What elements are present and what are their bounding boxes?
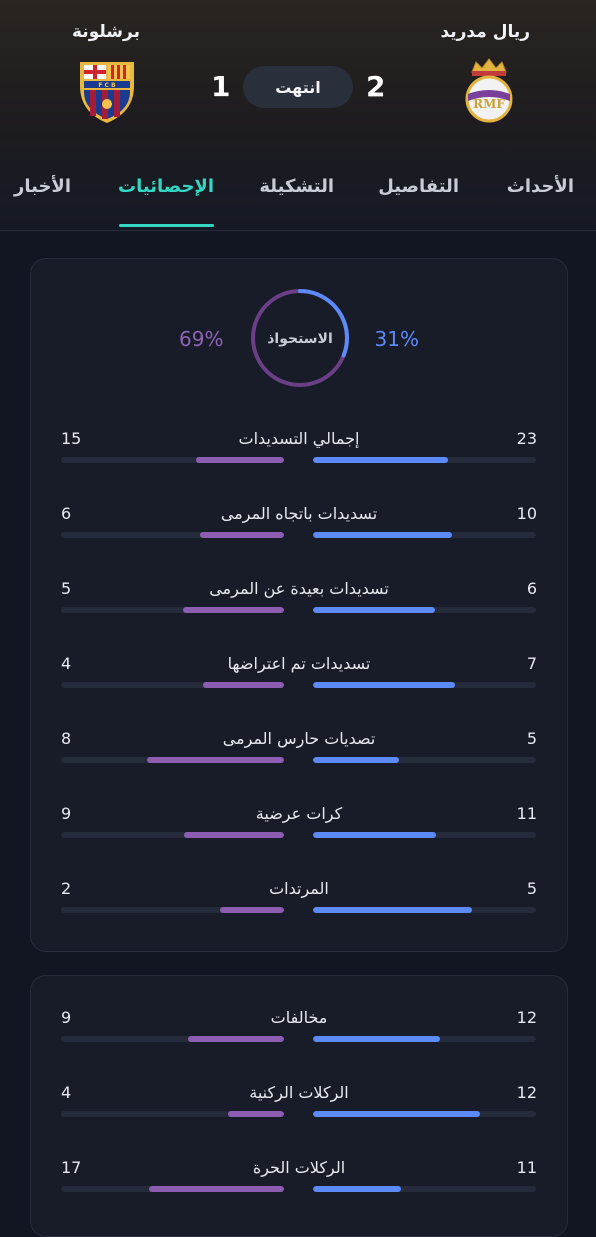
stat-home-bar-track bbox=[313, 532, 536, 538]
stat-home-bar-track bbox=[313, 457, 536, 463]
stat-away-bar-track bbox=[61, 757, 284, 763]
active-tab-indicator bbox=[119, 224, 214, 227]
stat-away-bar bbox=[220, 907, 284, 913]
stat-home-bar bbox=[313, 757, 399, 763]
possession-label: الاستحواذ bbox=[267, 331, 333, 347]
stat-home-bar-track bbox=[313, 1036, 536, 1042]
away-score: 1 bbox=[211, 70, 231, 103]
tab-stats[interactable]: الإحصائيات bbox=[118, 176, 214, 197]
stat-name: تصديات حارس المرمى bbox=[222, 729, 376, 748]
stat-away-bar bbox=[148, 1186, 284, 1192]
stat-home-bar bbox=[313, 907, 473, 913]
stat-away-bar-track bbox=[61, 832, 284, 838]
stat-away-bar bbox=[188, 1036, 284, 1042]
tab-news[interactable]: الأخبار bbox=[14, 176, 71, 197]
barcelona-crest-icon[interactable]: F C B bbox=[76, 56, 138, 126]
stat-home-value: 12 bbox=[516, 1083, 537, 1102]
home-score: 2 bbox=[366, 70, 386, 103]
tabs-divider bbox=[0, 230, 596, 231]
stat-home-bar-track bbox=[313, 907, 536, 913]
stat-name: تسديدات بعيدة عن المرمى bbox=[209, 579, 389, 598]
stat-home-bar bbox=[313, 457, 448, 463]
stat-home-value: 5 bbox=[526, 729, 537, 748]
stat-home-bar-track bbox=[313, 1186, 536, 1192]
stat-away-bar bbox=[202, 682, 284, 688]
stats-card-fouls: 9 مخالفات 12 4 الركلات الركنية 12 17 الركلات ال… bbox=[30, 975, 568, 1237]
stat-row: 6 تسديدات باتجاه المرمى 10 bbox=[31, 504, 567, 564]
stat-name: مخالفات bbox=[270, 1008, 328, 1027]
stat-row: 2 المرتدات 5 bbox=[31, 879, 567, 939]
stat-away-bar-track bbox=[61, 532, 284, 538]
stat-name: إجمالي التسديدات bbox=[238, 429, 360, 448]
stat-away-bar-track bbox=[61, 1111, 284, 1117]
stat-away-bar-track bbox=[61, 682, 284, 688]
stat-name: الركلات الحرة bbox=[252, 1158, 346, 1177]
stat-name: كرات عرضية bbox=[255, 804, 343, 823]
stat-home-bar-track bbox=[313, 682, 536, 688]
stat-home-value: 6 bbox=[526, 579, 537, 598]
stat-row: 5 تسديدات بعيدة عن المرمى 6 bbox=[31, 579, 567, 639]
svg-text:F C B: F C B bbox=[98, 82, 116, 89]
stat-away-bar bbox=[183, 832, 284, 838]
stat-away-bar-track bbox=[61, 1036, 284, 1042]
stat-away-bar-track bbox=[61, 907, 284, 913]
stats-card-shots: 69% الاستحواذ 31% 15 إجمالي التسديدات 23 6 ت… bbox=[30, 258, 568, 952]
stat-row: 4 الركلات الركنية 12 bbox=[31, 1083, 567, 1143]
stat-home-bar-track bbox=[313, 1111, 536, 1117]
stat-home-bar-track bbox=[313, 607, 536, 613]
stat-home-value: 5 bbox=[526, 879, 537, 898]
stat-home-bar bbox=[313, 1036, 441, 1042]
stat-row: 15 إجمالي التسديدات 23 bbox=[31, 429, 567, 489]
stat-away-bar bbox=[228, 1111, 284, 1117]
stat-row: 8 تصديات حارس المرمى 5 bbox=[31, 729, 567, 789]
stat-home-bar bbox=[313, 607, 435, 613]
stat-away-bar bbox=[182, 607, 284, 613]
stat-name: المرتدات bbox=[269, 879, 329, 898]
stat-row: 9 كرات عرضية 11 bbox=[31, 804, 567, 864]
stat-home-bar-track bbox=[313, 832, 536, 838]
stat-home-bar bbox=[313, 532, 453, 538]
stat-away-bar bbox=[195, 457, 284, 463]
stat-name: تسديدات تم اعتراضها bbox=[227, 654, 371, 673]
possession-section: 69% الاستحواذ 31% bbox=[31, 259, 567, 389]
tab-events[interactable]: الأحداث bbox=[507, 176, 574, 197]
stat-away-bar-track bbox=[61, 607, 284, 613]
tab-lineup[interactable]: التشكيلة bbox=[259, 176, 334, 197]
stat-home-bar bbox=[313, 682, 455, 688]
tab-details[interactable]: التفاصيل bbox=[378, 176, 459, 197]
stat-name: الركلات الركنية bbox=[249, 1083, 349, 1102]
stat-name: تسديدات باتجاه المرمى bbox=[220, 504, 378, 523]
stat-away-bar bbox=[146, 757, 284, 763]
away-team-name[interactable]: برشلونة bbox=[72, 22, 140, 42]
stat-home-value: 11 bbox=[516, 1158, 537, 1177]
stat-away-bar bbox=[200, 532, 284, 538]
stat-home-value: 11 bbox=[516, 804, 537, 823]
stat-home-value: 23 bbox=[516, 429, 537, 448]
possession-home-value: 31% bbox=[374, 327, 419, 351]
stat-row: 17 الركلات الحرة 11 bbox=[31, 1158, 567, 1218]
stat-row: 4 تسديدات تم اعتراضها 7 bbox=[31, 654, 567, 714]
stat-home-bar bbox=[313, 1186, 401, 1192]
svg-text:RMF: RMF bbox=[473, 97, 505, 111]
home-team-name[interactable]: ريال مدريد bbox=[440, 22, 530, 42]
stat-away-bar-track bbox=[61, 457, 284, 463]
stat-home-value: 12 bbox=[516, 1008, 537, 1027]
stat-home-value: 7 bbox=[526, 654, 537, 673]
match-tabs: الأحداث التفاصيل التشكيلة الإحصائيات الأ… bbox=[0, 160, 596, 230]
real-madrid-crest-icon[interactable]: RMF bbox=[462, 56, 516, 126]
stat-row: 9 مخالفات 12 bbox=[31, 1008, 567, 1068]
stat-home-bar-track bbox=[313, 757, 536, 763]
stat-home-bar bbox=[313, 832, 436, 838]
match-status-badge: انتهت bbox=[243, 66, 353, 108]
stat-away-bar-track bbox=[61, 1186, 284, 1192]
stat-home-bar bbox=[313, 1111, 481, 1117]
stat-home-value: 10 bbox=[516, 504, 537, 523]
possession-away-value: 69% bbox=[179, 327, 224, 351]
